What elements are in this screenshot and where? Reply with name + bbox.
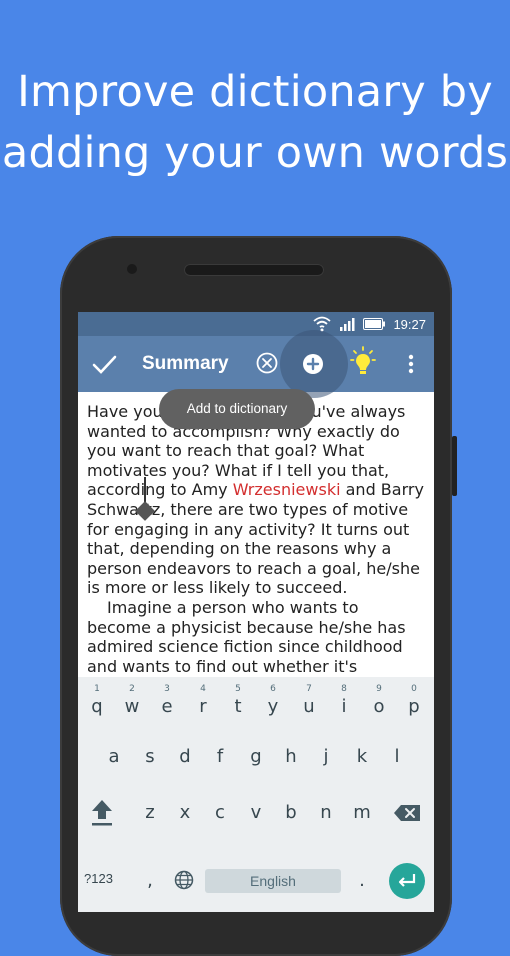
key-o[interactable]: 9o xyxy=(362,683,396,723)
more-vert-icon[interactable] xyxy=(400,352,422,376)
side-button xyxy=(452,436,457,496)
misspelled-word[interactable]: Wrzesniewski xyxy=(233,480,341,499)
key-j[interactable]: j xyxy=(309,737,343,777)
add-icon[interactable] xyxy=(302,353,324,375)
backspace-icon[interactable] xyxy=(393,804,421,822)
key-m[interactable]: m xyxy=(345,793,379,833)
key-e[interactable]: 3e xyxy=(150,683,184,723)
check-icon[interactable] xyxy=(90,350,118,378)
status-time: 19:27 xyxy=(393,316,426,332)
phone-frame: 19:27 Summary Have you you've always wan… xyxy=(60,236,457,956)
key-z[interactable]: z xyxy=(133,793,167,833)
key-w[interactable]: 2w xyxy=(115,683,149,723)
document-text[interactable]: Have you ever set a goal you've always w… xyxy=(87,402,427,696)
key-c[interactable]: c xyxy=(203,793,237,833)
key-y[interactable]: 6y xyxy=(256,683,290,723)
key-f[interactable]: f xyxy=(203,737,237,777)
clear-icon[interactable] xyxy=(256,352,278,374)
key-n[interactable]: n xyxy=(309,793,343,833)
key-a[interactable]: a xyxy=(97,737,131,777)
key-comma[interactable]: , xyxy=(133,861,167,901)
toolbar-title: Summary xyxy=(142,353,229,374)
key-q[interactable]: 1q xyxy=(80,683,114,723)
status-bar: 19:27 xyxy=(78,312,434,336)
key-p[interactable]: 0p xyxy=(397,683,431,723)
key-u[interactable]: 7u xyxy=(292,683,326,723)
space-bar[interactable]: English xyxy=(205,869,341,893)
signal-icon xyxy=(340,318,355,331)
key-h[interactable]: h xyxy=(274,737,308,777)
battery-icon xyxy=(363,318,386,330)
globe-icon[interactable] xyxy=(174,870,194,890)
headline-line-2: adding your own words xyxy=(1,128,509,178)
key-s[interactable]: s xyxy=(133,737,167,777)
key-v[interactable]: v xyxy=(239,793,273,833)
key-g[interactable]: g xyxy=(239,737,273,777)
shift-icon[interactable] xyxy=(90,797,114,827)
app-toolbar: Summary xyxy=(78,330,434,398)
phone-screen: 19:27 Summary Have you you've always wan… xyxy=(78,312,434,912)
keyboard-row-2: a s d f g h j k l xyxy=(78,737,434,777)
enter-key[interactable] xyxy=(389,863,425,899)
keyboard-row-3: z x c v b n m xyxy=(78,793,434,833)
speaker-grille xyxy=(184,264,324,276)
key-r[interactable]: 4r xyxy=(186,683,220,723)
key-t[interactable]: 5t xyxy=(221,683,255,723)
symbols-key[interactable]: ?123 xyxy=(84,871,113,886)
key-i[interactable]: 8i xyxy=(327,683,361,723)
key-b[interactable]: b xyxy=(274,793,308,833)
keyboard-row-1: 1q 2w 3e 4r 5t 6y 7u 8i 9o 0p xyxy=(78,683,434,723)
key-k[interactable]: k xyxy=(345,737,379,777)
enter-icon xyxy=(398,874,416,887)
add-to-dictionary-tooltip[interactable]: Add to dictionary xyxy=(159,389,315,429)
key-x[interactable]: x xyxy=(168,793,202,833)
lightbulb-icon[interactable] xyxy=(350,346,376,378)
soft-keyboard: 1q 2w 3e 4r 5t 6y 7u 8i 9o 0p a s d f g … xyxy=(78,677,434,912)
key-period[interactable]: . xyxy=(345,861,379,901)
key-d[interactable]: d xyxy=(168,737,202,777)
promo-headline: Improve dictionary by adding your own wo… xyxy=(0,62,510,184)
camera-icon xyxy=(127,264,137,274)
key-l[interactable]: l xyxy=(380,737,414,777)
headline-line-1: Improve dictionary by xyxy=(17,67,493,117)
